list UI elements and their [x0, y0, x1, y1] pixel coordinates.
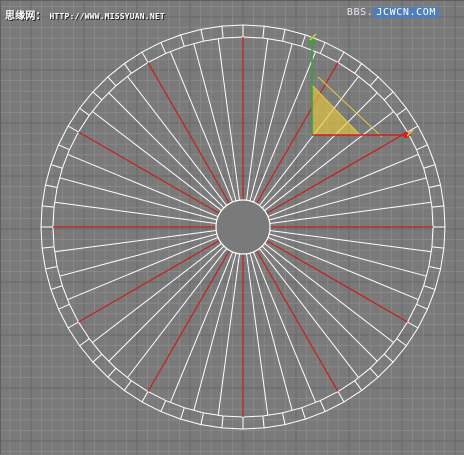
- 3d-viewport[interactable]: 思缘网： HTTP://WWW.MISSYUAN.NET BBS. JCWCN.C…: [0, 0, 464, 455]
- watermark-site-name: 思缘网：: [5, 11, 46, 22]
- watermark-missyuan: 思缘网： HTTP://WWW.MISSYUAN.NET: [5, 7, 165, 22]
- viewport-canvas[interactable]: [1, 1, 464, 455]
- wheel-hub: [215, 199, 271, 255]
- watermark-jcwcn: BBS. JCWCN.COM: [347, 7, 439, 18]
- watermark-site-url: HTTP://WWW.MISSYUAN.NET: [49, 12, 165, 21]
- watermark-bbs-prefix: BBS.: [346, 7, 374, 18]
- watermark-bbs-domain: JCWCN.COM: [373, 7, 439, 18]
